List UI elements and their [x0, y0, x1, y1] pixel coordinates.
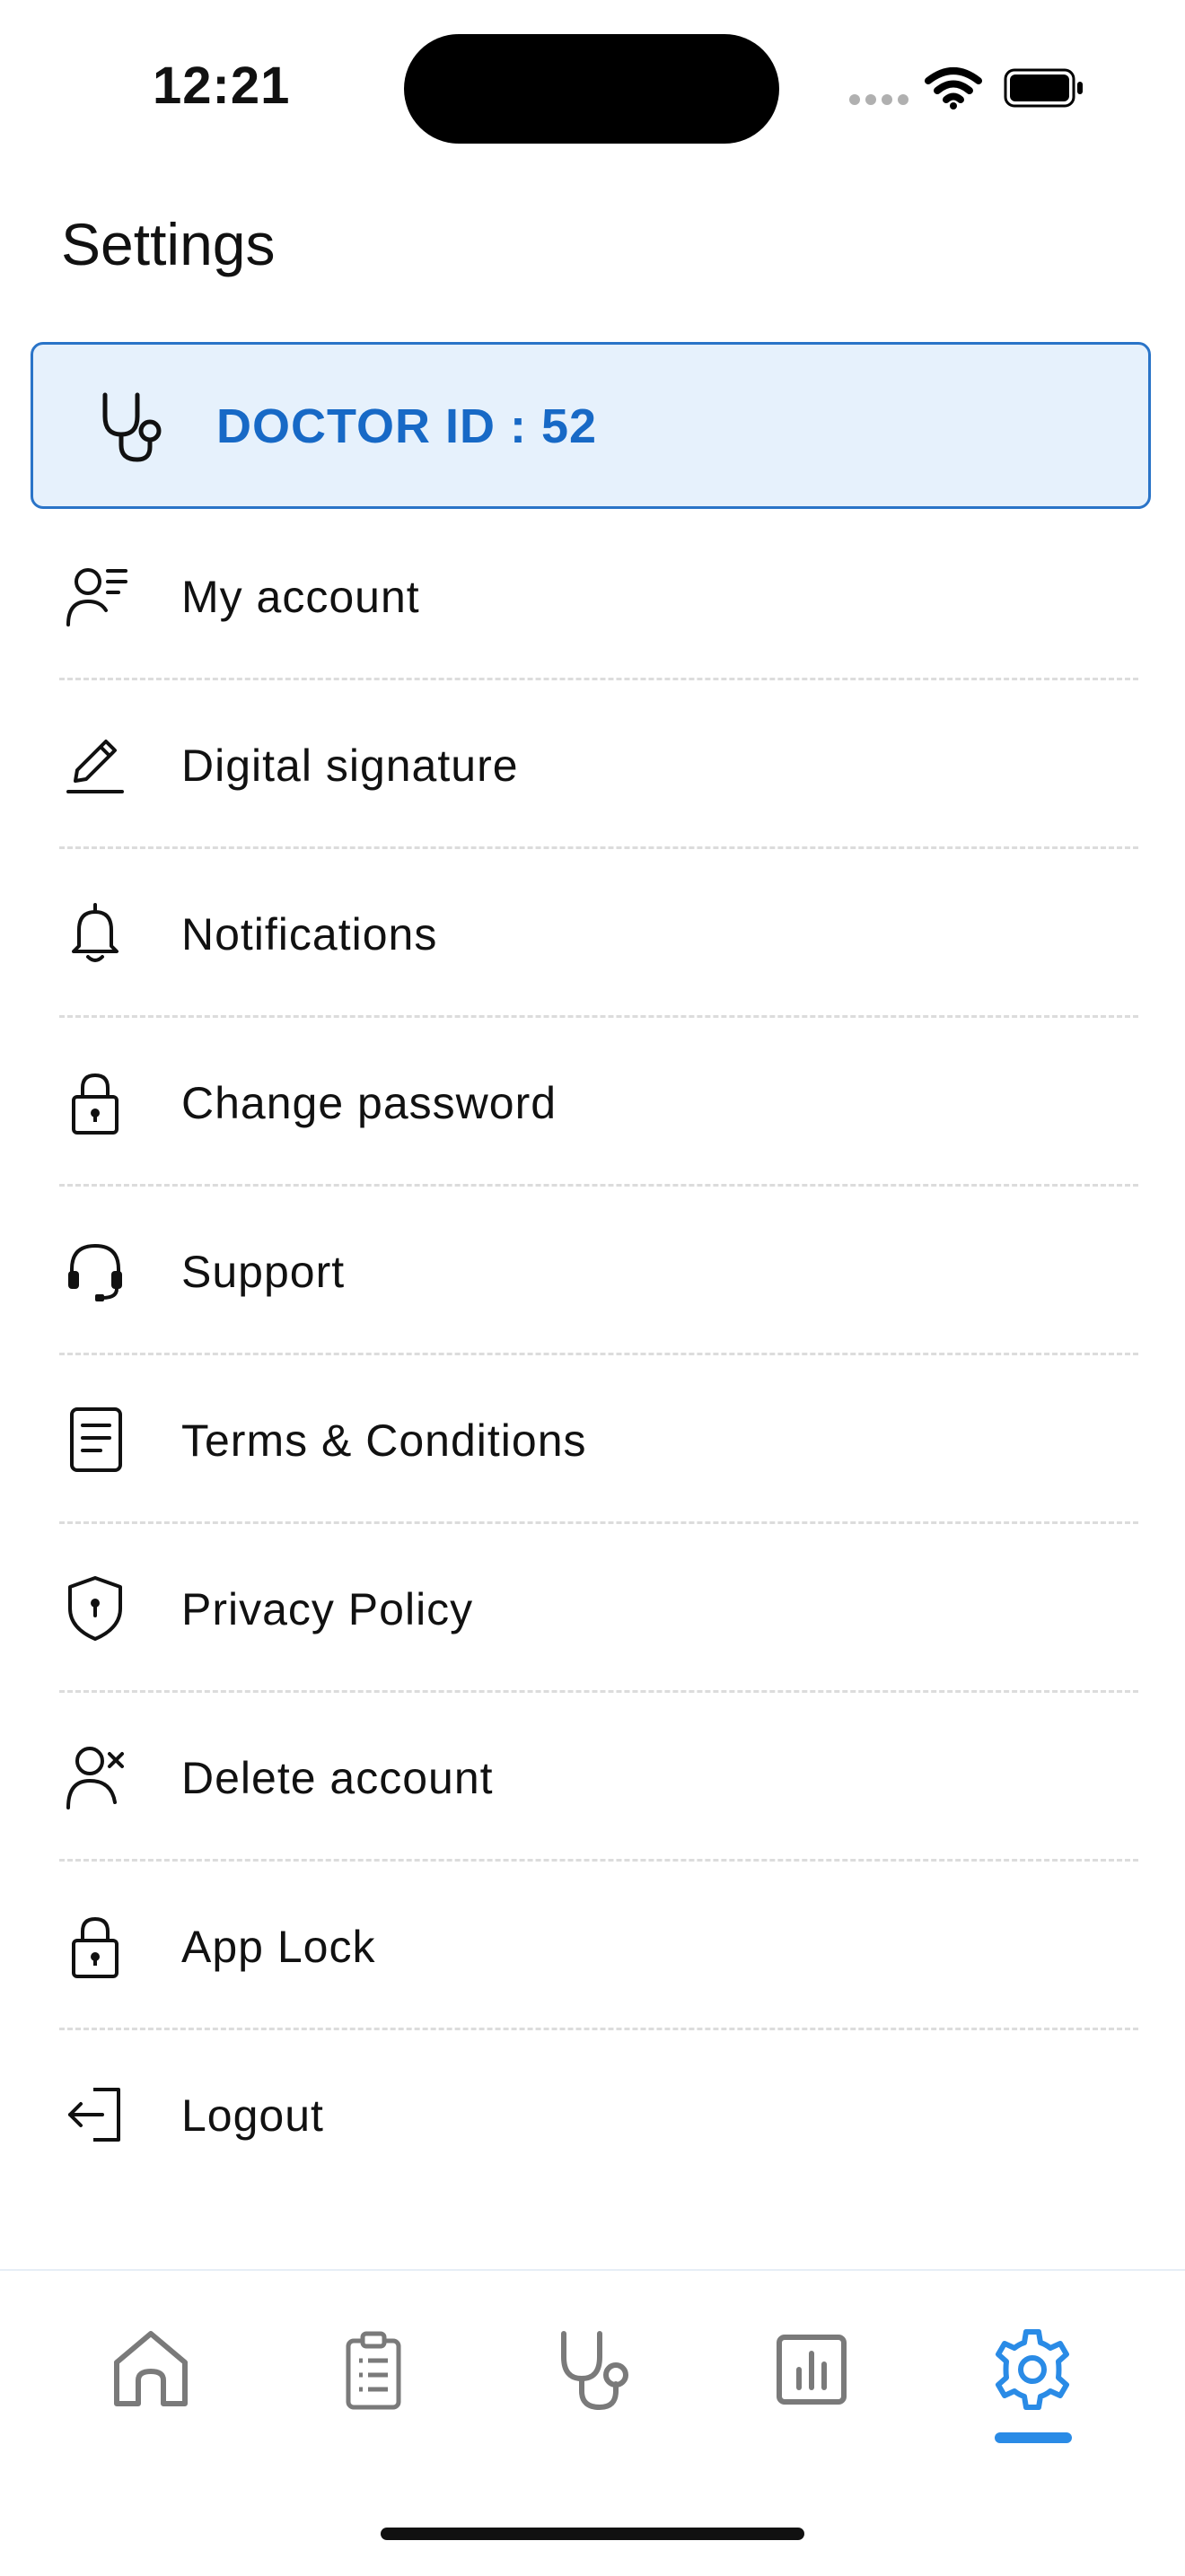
- menu-item-label: Logout: [181, 2090, 324, 2141]
- doctor-id-card[interactable]: DOCTOR ID : 52: [31, 342, 1151, 509]
- menu-item-app-lock[interactable]: App Lock: [0, 1862, 1185, 2030]
- home-indicator[interactable]: [381, 2528, 804, 2540]
- menu-item-terms-conditions[interactable]: Terms & Conditions: [0, 1355, 1185, 1524]
- menu-item-label: Support: [181, 1247, 346, 1297]
- menu-item-label: Privacy Policy: [181, 1584, 474, 1634]
- page-title: Settings: [61, 211, 276, 277]
- menu-item-privacy-policy[interactable]: Privacy Policy: [0, 1524, 1185, 1693]
- menu-item-label: My account: [181, 572, 420, 622]
- stethoscope-icon: [561, 2331, 628, 2411]
- menu-item-digital-signature[interactable]: Digital signature: [0, 680, 1185, 849]
- menu-item-support[interactable]: Support: [0, 1187, 1185, 1355]
- menu-item-logout[interactable]: Logout: [0, 2030, 1185, 2199]
- stethoscope-icon: [96, 390, 168, 469]
- logout-icon: [63, 2081, 131, 2149]
- lock-icon: [63, 1912, 131, 1980]
- shield-icon: [63, 1574, 131, 1643]
- menu-item-label: Digital signature: [181, 740, 519, 791]
- status-time: 12:21: [153, 57, 291, 115]
- menu-item-change-password[interactable]: Change password: [0, 1018, 1185, 1187]
- menu-item-label: Delete account: [181, 1753, 494, 1803]
- user-list-icon: [63, 562, 131, 630]
- dynamic-island: [404, 34, 779, 144]
- battery-icon: [1004, 68, 1084, 112]
- menu-item-label: Notifications: [181, 909, 438, 959]
- nav-home-button[interactable]: [106, 2325, 196, 2414]
- headset-icon: [63, 1237, 131, 1305]
- pen-icon: [63, 731, 131, 799]
- nav-records-button[interactable]: [329, 2325, 418, 2414]
- nav-settings-button[interactable]: [988, 2325, 1077, 2414]
- wifi-icon: [925, 66, 982, 114]
- bell-icon: [63, 899, 131, 968]
- active-tab-indicator: [995, 2432, 1072, 2443]
- clipboard-icon: [346, 2331, 401, 2410]
- gear-icon: [996, 2329, 1069, 2410]
- menu-item-my-account[interactable]: My account: [0, 512, 1185, 680]
- cellular-signal-icon: [849, 93, 914, 110]
- menu-item-delete-account[interactable]: Delete account: [0, 1693, 1185, 1862]
- chart-icon: [777, 2335, 847, 2405]
- menu-item-label: Change password: [181, 1078, 557, 1128]
- user-remove-icon: [63, 1743, 131, 1811]
- lock-icon: [63, 1068, 131, 1136]
- nav-consult-button[interactable]: [548, 2325, 637, 2414]
- settings-menu: My account Digital signature Notificatio…: [0, 512, 1185, 2199]
- status-bar: 12:21: [0, 0, 1185, 171]
- menu-item-notifications[interactable]: Notifications: [0, 849, 1185, 1018]
- nav-reports-button[interactable]: [767, 2325, 856, 2414]
- menu-item-label: Terms & Conditions: [181, 1415, 587, 1466]
- document-icon: [63, 1406, 131, 1474]
- doctor-id-label: DOCTOR ID : 52: [216, 399, 598, 453]
- home-icon: [114, 2331, 188, 2406]
- menu-item-label: App Lock: [181, 1922, 376, 1972]
